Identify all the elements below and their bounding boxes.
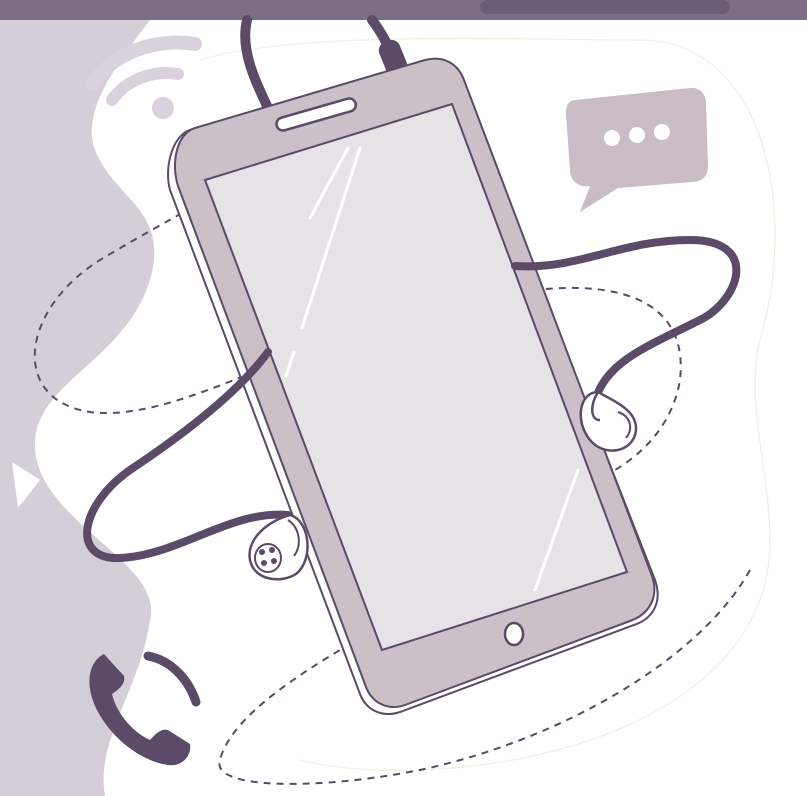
top-bar: [0, 0, 807, 20]
home-button: [503, 621, 525, 647]
chat-bubble-icon: [566, 87, 708, 212]
earbud-icon: [248, 513, 309, 581]
illustration-canvas: [0, 0, 807, 796]
backdrop-shape: [0, 20, 155, 796]
